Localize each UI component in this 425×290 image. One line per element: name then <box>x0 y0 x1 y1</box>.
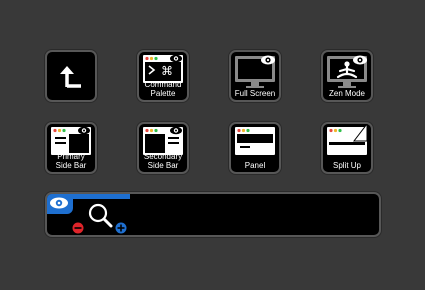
eye-icon <box>50 197 68 209</box>
full-screen-label: Full Screen <box>234 88 276 98</box>
dial-strip[interactable] <box>45 192 381 237</box>
zoom-out-icon[interactable] <box>72 222 84 234</box>
split-up-label: Split Up <box>332 160 361 170</box>
svg-text:⌘: ⌘ <box>161 64 173 78</box>
primary-side-bar-label: Primary Side Bar <box>55 152 87 170</box>
secondary-side-bar-label: Secondary Side Bar <box>143 152 183 170</box>
zen-mode-key[interactable]: Zen Mode <box>321 50 373 102</box>
zen-mode-label: Zen Mode <box>328 88 366 98</box>
back-key[interactable] <box>45 50 97 102</box>
panel-label: Panel <box>244 160 266 170</box>
eye-badge <box>47 194 73 214</box>
zoom-in-icon[interactable] <box>115 222 127 234</box>
return-arrow-icon <box>60 66 81 88</box>
command-palette-label: Command Palette <box>144 80 182 98</box>
secondary-side-bar-key[interactable]: Secondary Side Bar <box>137 122 189 174</box>
panel-key[interactable]: Panel <box>229 122 281 174</box>
full-screen-key[interactable]: Full Screen <box>229 50 281 102</box>
split-up-key[interactable]: Split Up <box>321 122 373 174</box>
primary-side-bar-key[interactable]: Primary Side Bar <box>45 122 97 174</box>
command-palette-key[interactable]: ⌘ Command Palette <box>137 50 189 102</box>
magnifier-icon <box>88 203 113 228</box>
